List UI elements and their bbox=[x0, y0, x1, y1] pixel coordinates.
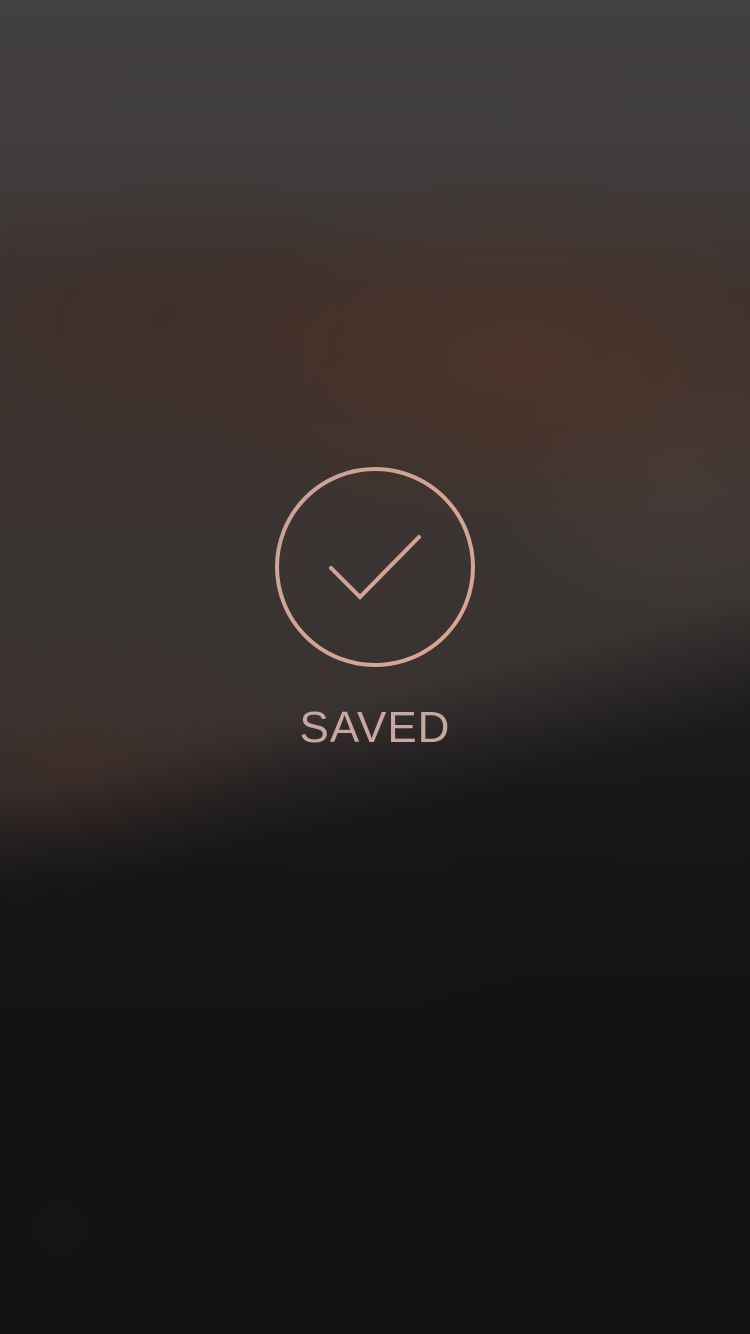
saved-status-label: SAVED bbox=[299, 703, 451, 752]
saved-confirmation-screen: SAVED bbox=[0, 0, 750, 1334]
checkmark-circle-icon bbox=[275, 467, 475, 667]
saved-toast: SAVED bbox=[0, 0, 750, 1334]
